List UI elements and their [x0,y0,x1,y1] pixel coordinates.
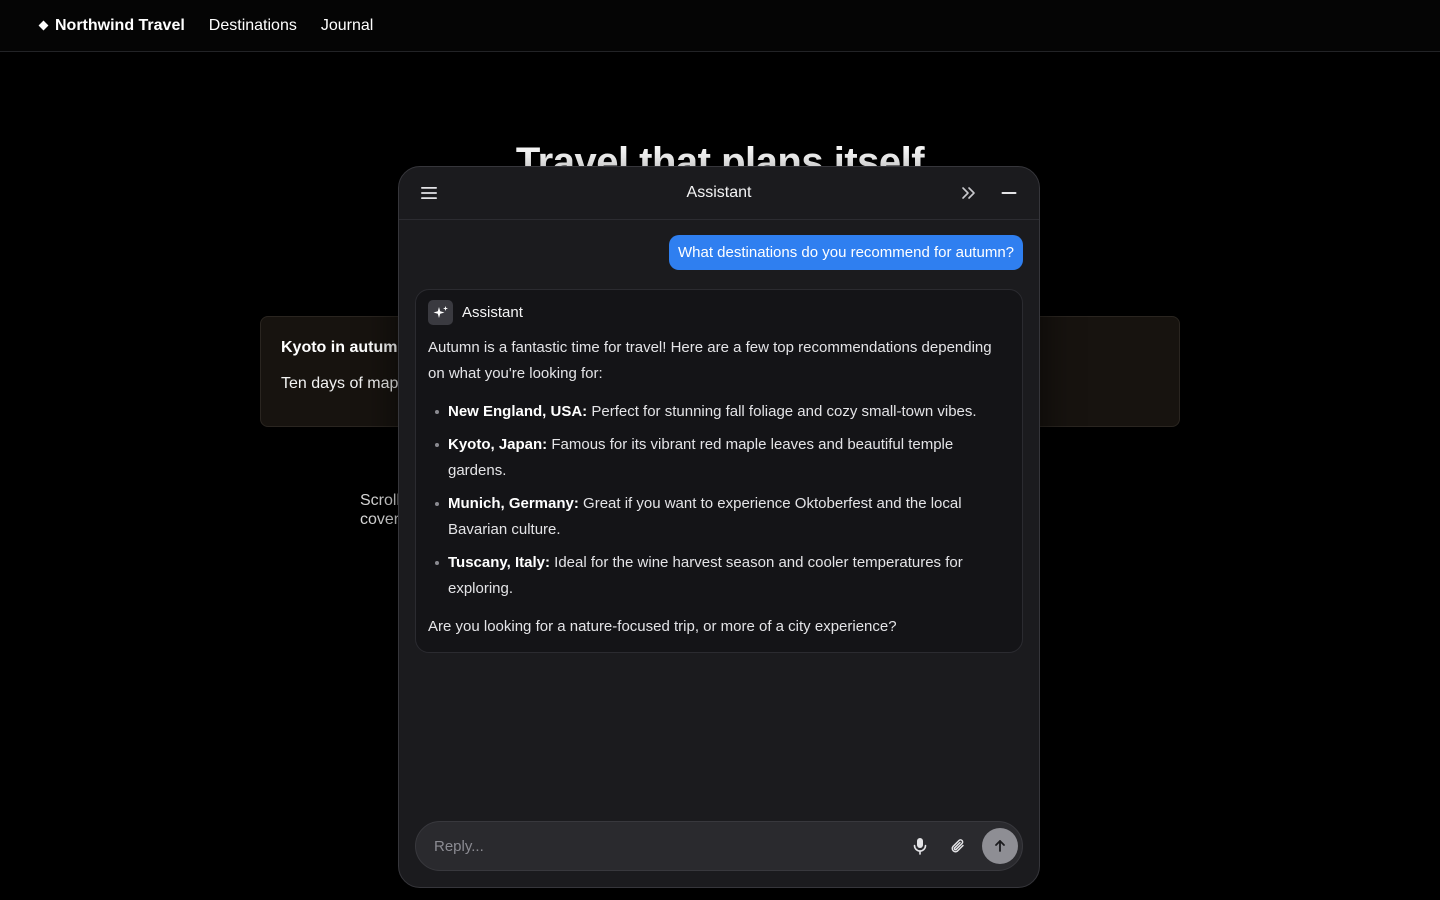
list-item: Kyoto, Japan: Famous for its vibrant red… [428,432,1010,484]
reply-input[interactable] [434,837,906,855]
place-description: Perfect for stunning fall foliage and co… [587,403,977,420]
list-item: Munich, Germany: Great if you want to ex… [428,491,1010,543]
list-item: New England, USA: Perfect for stunning f… [428,399,1010,425]
assistant-panel: Assistant What destinations do you recom… [398,166,1040,888]
diamond-icon [38,20,49,31]
recommendation-list: New England, USA: Perfect for stunning f… [428,399,1010,602]
reply-intro: Autumn is a fantastic time for travel! H… [428,339,992,382]
minus-icon[interactable] [995,179,1023,207]
list-item: Tuscany, Italy: Ideal for the wine harve… [428,550,1010,602]
place-name: Tuscany, Italy: [448,554,550,571]
user-message: What destinations do you recommend for a… [668,235,1023,270]
sparkle-icon [428,300,453,325]
place-name: Munich, Germany: [448,495,579,512]
top-navigation: Northwind Travel Destinations Journal [0,0,1440,52]
reply-header: Assistant [428,300,1010,325]
paperclip-icon[interactable] [944,832,972,860]
microphone-icon[interactable] [906,832,934,860]
nav-link-destinations[interactable]: Destinations [209,17,297,35]
reply-author: Assistant [462,304,523,321]
assistant-reply: Assistant Autumn is a fantastic time for… [415,289,1023,653]
brand-logo[interactable]: Northwind Travel [38,16,185,35]
place-name: New England, USA: [448,403,588,420]
assistant-header: Assistant [399,167,1039,220]
user-message-row: What destinations do you recommend for a… [399,220,1039,270]
send-button[interactable] [982,828,1018,864]
assistant-title: Assistant [686,184,752,201]
menu-icon[interactable] [415,179,443,207]
reply-composer [415,821,1023,871]
double-chevron-right-icon[interactable] [955,179,983,207]
reply-outro: Are you looking for a nature-focused tri… [428,618,897,635]
nav-link-journal[interactable]: Journal [321,17,373,35]
brand-name: Northwind Travel [55,16,185,34]
arrow-up-icon [995,840,1005,852]
place-name: Kyoto, Japan: [448,436,548,453]
